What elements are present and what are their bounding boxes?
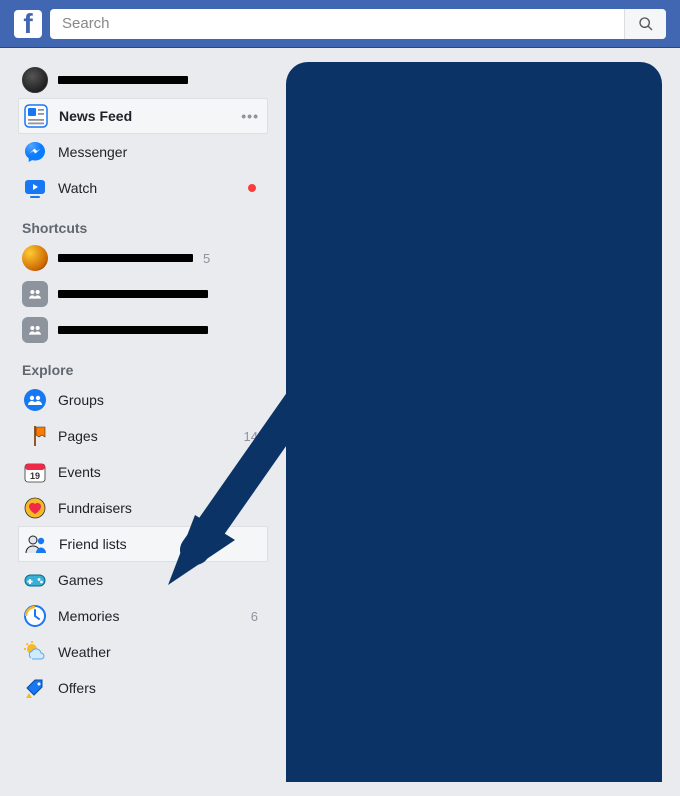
sidebar-item-messenger[interactable]: Messenger [18, 134, 268, 170]
svg-text:19: 19 [30, 471, 40, 481]
sidebar-item-weather[interactable]: Weather [18, 634, 268, 670]
sidebar-item-label: Offers [58, 680, 262, 696]
sidebar-item-label: Memories [58, 608, 241, 624]
groups-icon [22, 387, 48, 413]
search-icon [638, 16, 654, 32]
sidebar-item-friend-lists[interactable]: Friend lists [18, 526, 268, 562]
pages-icon [22, 423, 48, 449]
search-input[interactable] [50, 9, 666, 39]
sidebar-item-memories[interactable]: Memories 6 [18, 598, 268, 634]
friend-lists-icon [23, 531, 49, 557]
notification-dot-icon [248, 184, 256, 192]
sidebar-item-label: Watch [58, 180, 238, 196]
group-avatar-icon [22, 317, 48, 343]
sidebar-item-label: Friend lists [59, 536, 261, 552]
news-feed-icon [23, 103, 49, 129]
content-placeholder [286, 62, 662, 782]
shortcut-label-redacted [58, 290, 208, 298]
sidebar-item-label: Events [58, 464, 241, 480]
shortcut-label-redacted [58, 326, 208, 334]
sidebar-item-label: Fundraisers [58, 500, 262, 516]
section-header-shortcuts: Shortcuts [18, 206, 268, 240]
sidebar-item-label: Weather [58, 644, 262, 660]
messenger-icon [22, 139, 48, 165]
sidebar-item-offers[interactable]: Offers [18, 670, 268, 706]
profile-name-redacted [58, 76, 188, 84]
fundraisers-icon [22, 495, 48, 521]
sidebar-shortcut-item[interactable] [18, 312, 268, 348]
events-icon: 19 [22, 459, 48, 485]
item-count: 1 [251, 465, 262, 480]
group-avatar-icon [22, 245, 48, 271]
sidebar-item-label: Pages [58, 428, 234, 444]
offers-icon [22, 675, 48, 701]
avatar [22, 67, 48, 93]
sidebar-item-events[interactable]: 19 Events 1 [18, 454, 268, 490]
group-avatar-icon [22, 281, 48, 307]
games-icon [22, 567, 48, 593]
watch-icon [22, 175, 48, 201]
sidebar-item-fundraisers[interactable]: Fundraisers [18, 490, 268, 526]
shortcut-label-redacted [58, 254, 193, 262]
search-button[interactable] [624, 9, 666, 39]
facebook-logo[interactable]: f [14, 10, 42, 38]
sidebar-item-profile[interactable] [18, 62, 268, 98]
sidebar-shortcut-item[interactable] [18, 276, 268, 312]
sidebar-item-games[interactable]: Games [18, 562, 268, 598]
memories-icon [22, 603, 48, 629]
sidebar-item-groups[interactable]: Groups [18, 382, 268, 418]
ellipsis-icon[interactable]: ••• [241, 108, 261, 124]
sidebar-item-watch[interactable]: Watch [18, 170, 268, 206]
sidebar-item-label: Groups [58, 392, 248, 408]
sidebar-shortcut-item[interactable]: 5 [18, 240, 268, 276]
sidebar-item-news-feed[interactable]: News Feed ••• [18, 98, 268, 134]
item-count: 6 [251, 609, 262, 624]
facebook-logo-letter: f [23, 10, 32, 38]
search-container [50, 9, 666, 39]
item-count: 14 [244, 429, 262, 444]
sidebar: News Feed ••• Messenger [18, 62, 268, 782]
sidebar-item-label: News Feed [59, 108, 231, 124]
sidebar-item-pages[interactable]: Pages 14 [18, 418, 268, 454]
section-header-explore: Explore [18, 348, 268, 382]
weather-icon [22, 639, 48, 665]
sidebar-item-label: Games [58, 572, 262, 588]
shortcut-count: 5 [203, 251, 214, 266]
top-bar: f [0, 0, 680, 48]
sidebar-item-label: Messenger [58, 144, 262, 160]
